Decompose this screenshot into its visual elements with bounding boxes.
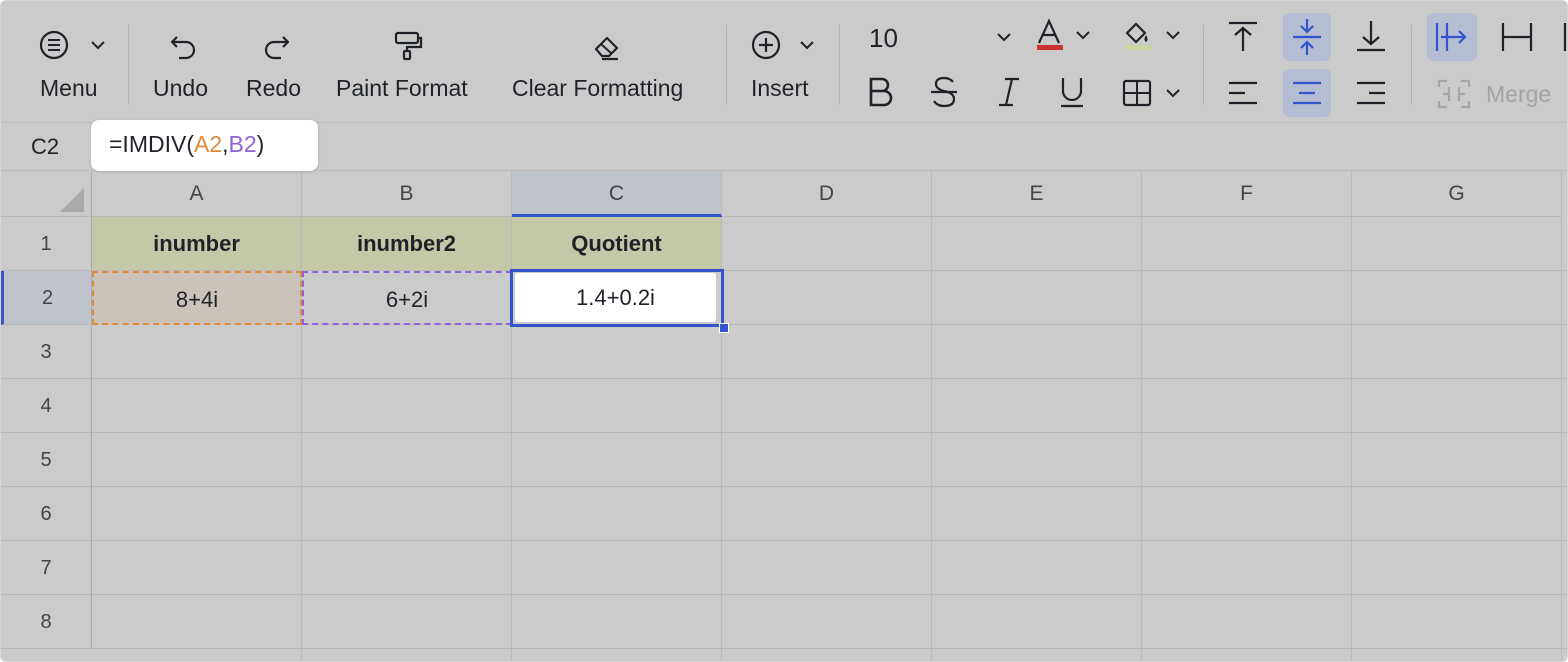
formula-bar: C2 =IMDIV(A2,B2) xyxy=(1,120,1567,171)
text-wrap-icon xyxy=(1563,23,1567,51)
cell-c1[interactable]: Quotient xyxy=(512,217,722,271)
cell-b2[interactable]: 6+2i xyxy=(302,271,512,325)
chevron-down-icon xyxy=(997,33,1011,42)
merge-button[interactable]: Merge xyxy=(1433,73,1567,115)
undo-icon xyxy=(170,36,196,60)
insert-button[interactable]: Insert xyxy=(746,1,826,121)
italic-icon xyxy=(999,77,1019,107)
bold-button[interactable] xyxy=(863,73,899,113)
undo-button[interactable]: Undo xyxy=(149,1,219,121)
toolbar-divider xyxy=(1411,25,1412,105)
column-header-a[interactable]: A xyxy=(92,171,302,217)
italic-button[interactable] xyxy=(991,73,1027,113)
eraser-icon xyxy=(594,36,619,61)
select-all-corner[interactable] xyxy=(1,171,92,217)
paint-format-button[interactable]: Paint Format xyxy=(333,1,483,121)
toolbar: Menu Undo Redo Paint Format Clear Format… xyxy=(1,1,1567,123)
font-color-swatch xyxy=(1037,45,1063,50)
redo-icon xyxy=(264,36,290,60)
row-header-1[interactable]: 1 xyxy=(1,217,92,271)
text-clip-button[interactable] xyxy=(1497,15,1539,59)
align-left-icon xyxy=(1229,81,1257,105)
align-middle-button[interactable] xyxy=(1287,15,1327,59)
align-center-icon xyxy=(1293,81,1321,105)
align-middle-icon xyxy=(1293,19,1321,55)
row-header-3[interactable]: 3 xyxy=(1,325,92,379)
align-right-button[interactable] xyxy=(1351,73,1391,113)
toolbar-divider xyxy=(1203,25,1204,105)
merge-cells-icon xyxy=(1437,79,1471,109)
align-left-button[interactable] xyxy=(1223,73,1263,113)
cell-b1[interactable]: inumber2 xyxy=(302,217,512,271)
borders-button[interactable] xyxy=(1119,73,1185,113)
align-right-icon xyxy=(1357,81,1385,105)
paint-format-label: Paint Format xyxy=(336,75,468,101)
column-header-g[interactable]: G xyxy=(1352,171,1562,217)
fill-color-button[interactable] xyxy=(1123,19,1183,59)
align-top-button[interactable] xyxy=(1223,15,1263,59)
bold-icon xyxy=(869,77,893,107)
strikethrough-icon xyxy=(931,76,957,108)
spreadsheet-window: Menu Undo Redo Paint Format Clear Format… xyxy=(0,0,1568,662)
clear-formatting-button[interactable]: Clear Formatting xyxy=(509,1,704,121)
text-overflow-button[interactable] xyxy=(1431,15,1473,59)
redo-button[interactable]: Redo xyxy=(241,1,311,121)
column-header-e[interactable]: E xyxy=(932,171,1142,217)
font-color-button[interactable] xyxy=(1035,18,1095,59)
cell-c2[interactable]: 1.4+0.2i xyxy=(510,269,724,327)
undo-label: Undo xyxy=(153,75,208,101)
clear-formatting-label: Clear Formatting xyxy=(512,75,684,101)
font-color-icon xyxy=(1037,18,1090,50)
row-header-5[interactable]: 5 xyxy=(1,433,92,487)
insert-label: Insert xyxy=(751,75,809,101)
align-bottom-icon xyxy=(1357,21,1385,52)
merge-label: Merge xyxy=(1486,81,1552,107)
strikethrough-button[interactable] xyxy=(927,73,963,113)
formula-input[interactable]: =IMDIV(A2,B2) xyxy=(91,120,318,171)
align-center-button[interactable] xyxy=(1287,73,1327,113)
align-bottom-button[interactable] xyxy=(1351,15,1391,59)
font-size-value: 10 xyxy=(869,23,898,53)
fill-handle[interactable] xyxy=(719,323,729,333)
select-all-icon xyxy=(60,188,84,212)
row-header-8[interactable]: 8 xyxy=(1,595,92,649)
row-header-4[interactable]: 4 xyxy=(1,379,92,433)
cell-c2-value: 1.4+0.2i xyxy=(576,285,655,310)
redo-label: Redo xyxy=(246,75,301,101)
row-header-7[interactable]: 7 xyxy=(1,541,92,595)
formula-suffix: ) xyxy=(256,131,265,157)
underline-icon xyxy=(1061,78,1083,108)
align-top-icon xyxy=(1229,21,1257,51)
active-cell-editor[interactable]: 1.4+0.2i xyxy=(515,273,716,322)
formula-prefix: =IMDIV( xyxy=(109,131,194,157)
text-overflow-icon xyxy=(1435,23,1467,51)
formula-ref-b2: B2 xyxy=(228,131,257,157)
column-header-c[interactable]: C xyxy=(512,171,722,217)
paint-format-icon xyxy=(394,31,423,61)
menu-label: Menu xyxy=(40,75,98,101)
cell-reference[interactable]: C2 xyxy=(31,134,59,160)
cell-a1[interactable]: inumber xyxy=(92,217,302,271)
borders-icon xyxy=(1122,79,1180,107)
cell-a2[interactable]: 8+4i xyxy=(92,271,302,325)
toolbar-divider xyxy=(128,25,129,105)
insert-plus-icon xyxy=(751,30,814,60)
menu-icon xyxy=(39,30,105,60)
row-header-2[interactable]: 2 xyxy=(1,271,92,325)
column-header-d[interactable]: D xyxy=(722,171,932,217)
fill-color-icon xyxy=(1125,22,1180,50)
formula-ref-a2: A2 xyxy=(193,131,223,157)
formula-text: =IMDIV(A2,B2) xyxy=(109,131,264,158)
text-clip-icon xyxy=(1501,23,1533,51)
row-header-6[interactable]: 6 xyxy=(1,487,92,541)
text-wrap-button[interactable] xyxy=(1557,15,1567,59)
font-size-select[interactable]: 10 xyxy=(867,19,1017,59)
column-header-f[interactable]: F xyxy=(1142,171,1352,217)
underline-button[interactable] xyxy=(1055,73,1091,113)
sheet-grid: A B C D E F G 1 2 3 4 5 6 7 8 inumber in… xyxy=(1,171,1567,661)
menu-button[interactable]: Menu xyxy=(31,1,111,121)
toolbar-divider xyxy=(726,25,727,105)
toolbar-divider xyxy=(839,25,840,105)
column-header-b[interactable]: B xyxy=(302,171,512,217)
